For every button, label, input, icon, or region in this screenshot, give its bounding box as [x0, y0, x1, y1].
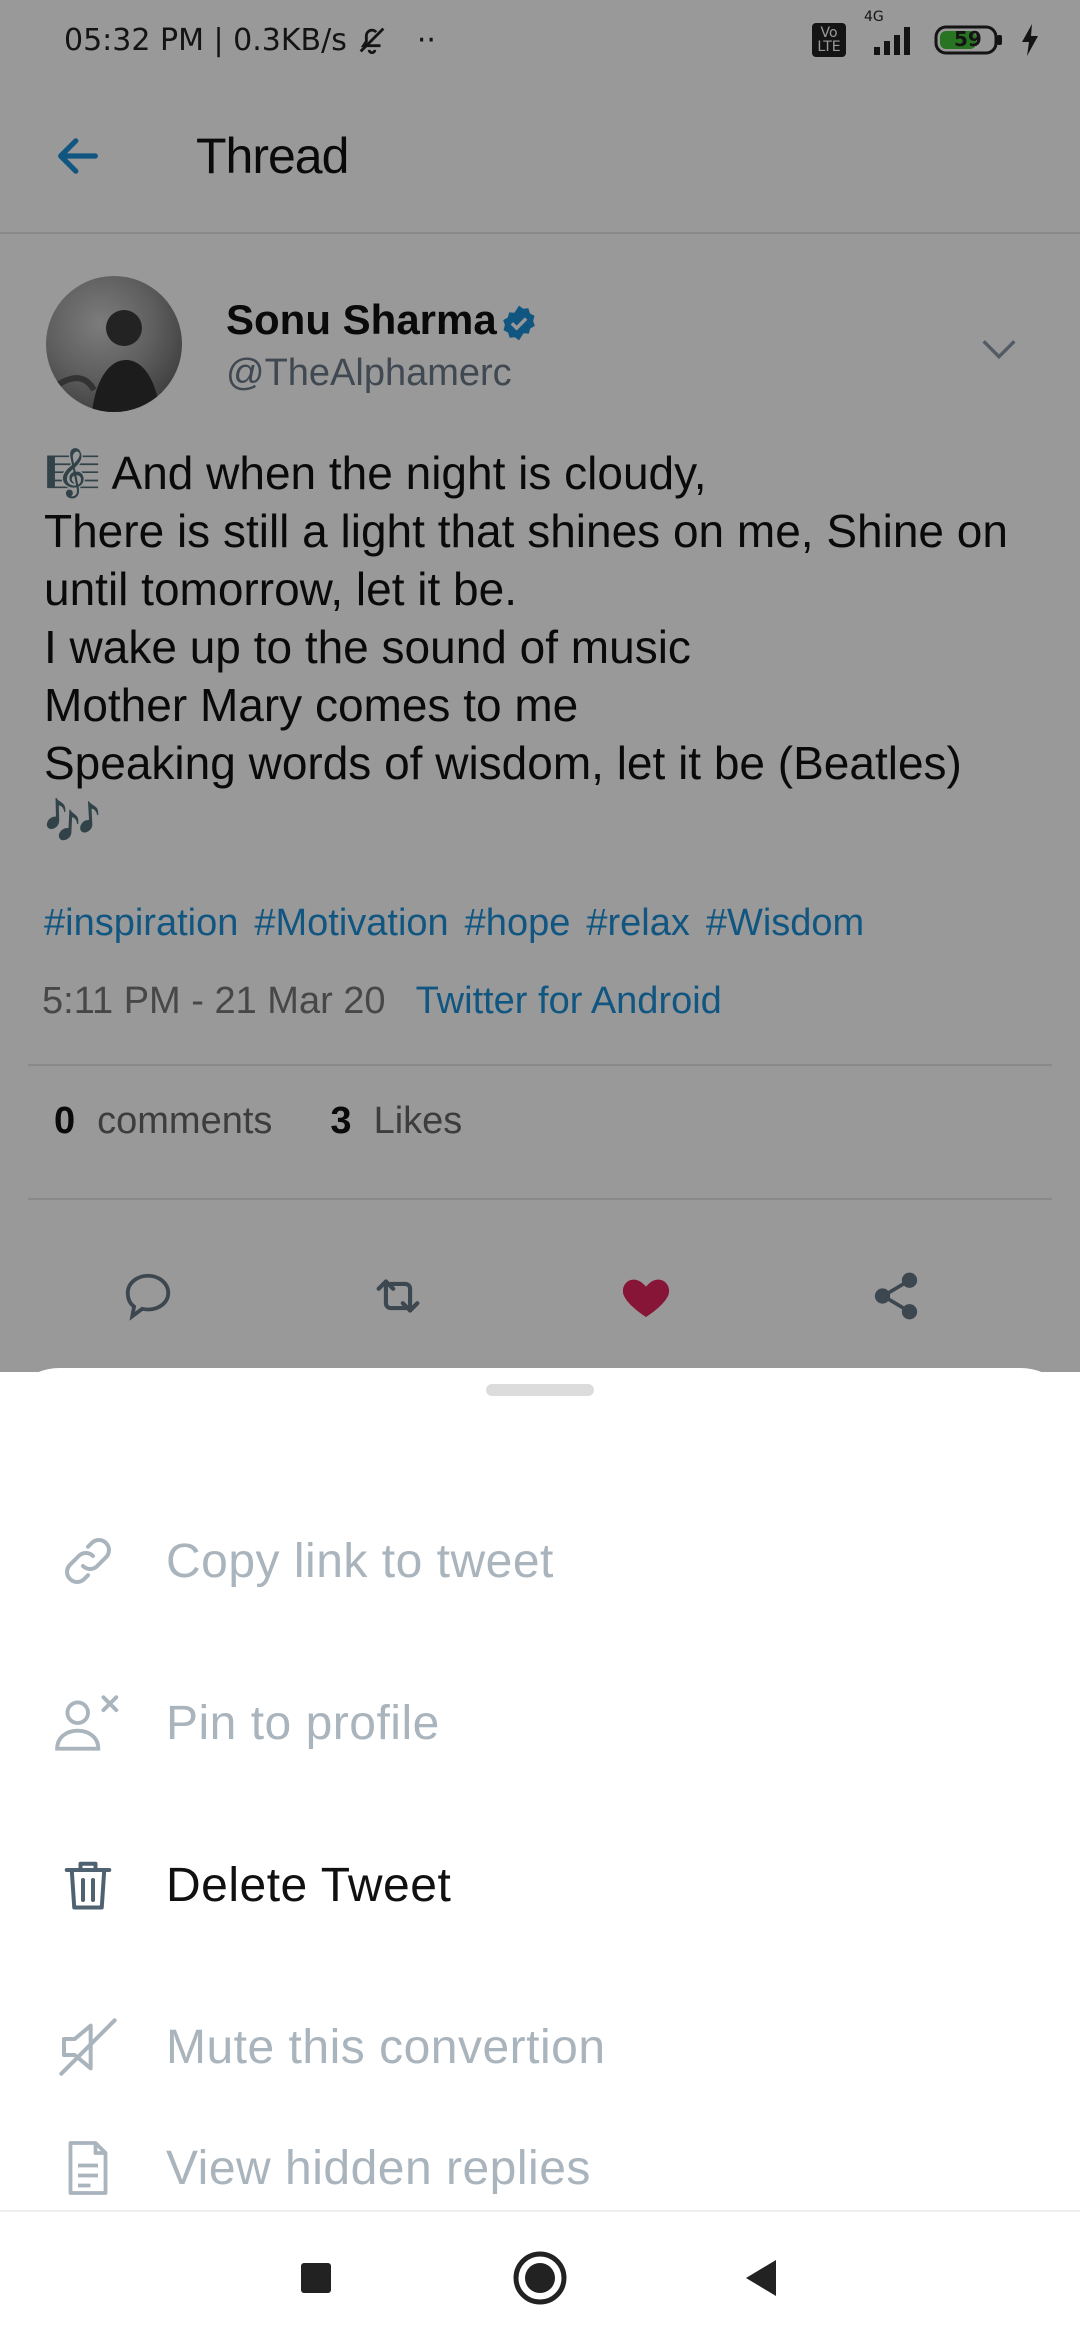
home-button[interactable] — [508, 2246, 572, 2310]
document-icon — [40, 2136, 136, 2200]
menu-item-label: Pin to profile — [166, 1696, 440, 1750]
menu-item-label: Mute this convertion — [166, 2020, 606, 2074]
modal-scrim[interactable] — [0, 0, 1080, 1372]
circle-icon — [513, 2251, 567, 2305]
menu-item-mute-conversation[interactable]: Mute this convertion — [0, 1966, 1080, 2128]
tweet-options-sheet: Copy link to tweet Pin to profile Delete… — [0, 1368, 1080, 2210]
menu-item-delete-tweet[interactable]: Delete Tweet — [0, 1804, 1080, 1966]
triangle-back-icon — [746, 2260, 776, 2296]
sheet-drag-handle[interactable] — [486, 1384, 594, 1396]
menu-item-label: Copy link to tweet — [166, 1534, 554, 1588]
square-icon — [301, 2263, 331, 2293]
menu-item-view-hidden-replies[interactable]: View hidden replies — [0, 2128, 1080, 2208]
back-nav-button[interactable] — [728, 2246, 792, 2310]
menu-item-label: View hidden replies — [166, 2141, 591, 2195]
menu-item-pin-profile[interactable]: Pin to profile — [0, 1642, 1080, 1804]
recents-button[interactable] — [284, 2246, 348, 2310]
system-nav-bar — [0, 2210, 1080, 2342]
menu-item-label: Delete Tweet — [166, 1858, 452, 1912]
trash-icon — [40, 1853, 136, 1917]
pin-user-icon — [40, 1691, 136, 1755]
link-icon — [40, 1531, 136, 1591]
menu-item-copy-link[interactable]: Copy link to tweet — [0, 1480, 1080, 1642]
mute-icon — [40, 2015, 136, 2079]
